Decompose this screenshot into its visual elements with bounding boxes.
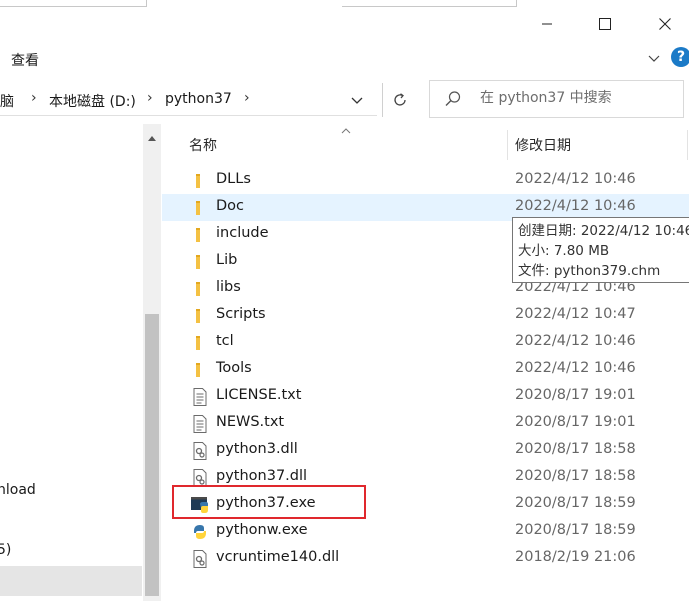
folder-icon bbox=[190, 360, 210, 380]
address-history-button[interactable] bbox=[350, 94, 364, 110]
breadcrumb-separator[interactable]: › bbox=[244, 90, 250, 106]
folder-icon bbox=[190, 333, 210, 353]
ribbon: 查看 bbox=[0, 46, 689, 74]
folder-icon bbox=[190, 198, 210, 218]
file-row[interactable]: NEWS.txt 2020/8/17 19:01 bbox=[162, 410, 689, 437]
file-name: vcruntime140.dll bbox=[216, 549, 340, 565]
nav-item-drive[interactable]: 5) bbox=[0, 542, 11, 558]
minimize-icon bbox=[542, 23, 552, 25]
file-row[interactable]: pythonw.exe 2020/8/17 18:59 bbox=[162, 518, 689, 545]
help-button[interactable]: ? bbox=[671, 47, 689, 67]
column-separator[interactable] bbox=[507, 130, 508, 160]
ribbon-tab-view[interactable]: 查看 bbox=[11, 50, 39, 70]
file-row[interactable]: Scripts 2022/4/12 10:47 bbox=[162, 302, 689, 329]
file-row[interactable]: python3.dll 2020/8/17 18:58 bbox=[162, 437, 689, 464]
breadcrumb-separator[interactable]: › bbox=[147, 90, 153, 106]
tab-edge-right bbox=[342, 0, 517, 7]
file-name: Lib bbox=[216, 252, 238, 268]
maximize-icon bbox=[599, 18, 611, 30]
search-input[interactable] bbox=[480, 88, 680, 108]
highlight-annotation bbox=[172, 485, 366, 519]
dll-file-icon bbox=[190, 441, 210, 461]
file-date: 2018/2/19 21:06 bbox=[515, 549, 636, 565]
breadcrumb-pc[interactable]: 电脑 bbox=[0, 91, 14, 111]
folder-icon bbox=[190, 306, 210, 326]
file-date: 2022/4/12 10:46 bbox=[515, 333, 636, 349]
refresh-button[interactable] bbox=[382, 83, 416, 117]
tab-edge-left bbox=[0, 0, 147, 7]
refresh-icon bbox=[393, 93, 406, 106]
navigation-pane: nload 5) bbox=[0, 124, 145, 601]
search-box[interactable] bbox=[429, 80, 684, 118]
nav-item-download[interactable]: nload bbox=[0, 482, 36, 498]
folder-icon bbox=[190, 252, 210, 272]
file-date: 2022/4/12 10:46 bbox=[515, 360, 636, 376]
file-row[interactable]: vcruntime140.dll 2018/2/19 21:06 bbox=[162, 545, 689, 572]
maximize-button[interactable] bbox=[585, 4, 625, 44]
file-name: Scripts bbox=[216, 306, 266, 322]
file-date: 2020/8/17 18:58 bbox=[515, 468, 636, 484]
file-name: Tools bbox=[216, 360, 252, 376]
file-name: python3.dll bbox=[216, 441, 298, 457]
minimize-button[interactable] bbox=[527, 4, 567, 44]
file-list: 名称 修改日期 DLLs 2022/4/12 10:46 Doc 2022/4/12 … bbox=[162, 124, 689, 601]
file-name: LICENSE.txt bbox=[216, 387, 302, 403]
file-date: 2020/8/17 19:01 bbox=[515, 414, 636, 430]
address-row: 电脑 › 本地磁盘 (D:) › python37 › bbox=[0, 76, 689, 124]
tooltip-created: 创建日期: 2022/4/12 10:46 bbox=[518, 223, 689, 239]
column-separator[interactable] bbox=[687, 130, 688, 160]
file-name: include bbox=[216, 225, 269, 241]
file-date: 2022/4/12 10:46 bbox=[515, 198, 636, 214]
close-button[interactable] bbox=[645, 4, 685, 44]
folder-icon bbox=[190, 225, 210, 245]
folder-icon bbox=[190, 279, 210, 299]
chevron-down-icon bbox=[648, 55, 660, 62]
breadcrumb-separator[interactable]: › bbox=[31, 90, 37, 106]
breadcrumb-drive[interactable]: 本地磁盘 (D:) bbox=[49, 91, 136, 111]
file-name: DLLs bbox=[216, 171, 251, 187]
file-date: 2020/8/17 18:59 bbox=[515, 522, 636, 538]
file-row[interactable]: LICENSE.txt 2020/8/17 19:01 bbox=[162, 383, 689, 410]
search-icon bbox=[444, 90, 462, 112]
dll-file-icon bbox=[190, 549, 210, 569]
close-icon bbox=[659, 18, 671, 30]
file-name: libs bbox=[216, 279, 241, 295]
file-name: NEWS.txt bbox=[216, 414, 285, 430]
file-date: 2020/8/17 18:58 bbox=[515, 441, 636, 457]
python-icon bbox=[190, 522, 210, 542]
chevron-up-icon bbox=[148, 136, 156, 141]
nav-item-selected[interactable] bbox=[0, 566, 142, 596]
file-name: Doc bbox=[216, 198, 245, 214]
file-date: 2022/4/12 10:46 bbox=[515, 171, 636, 187]
file-date: 2022/4/12 10:47 bbox=[515, 306, 636, 322]
text-file-icon bbox=[190, 414, 210, 434]
folder-icon bbox=[190, 171, 210, 191]
file-row[interactable]: tcl 2022/4/12 10:46 bbox=[162, 329, 689, 356]
file-date: 2020/8/17 19:01 bbox=[515, 387, 636, 403]
file-row[interactable]: DLLs 2022/4/12 10:46 bbox=[162, 167, 689, 194]
file-name: tcl bbox=[216, 333, 234, 349]
scroll-up-button[interactable] bbox=[143, 130, 161, 146]
scroll-thumb[interactable] bbox=[145, 314, 159, 596]
text-file-icon bbox=[190, 387, 210, 407]
ribbon-expand-button[interactable] bbox=[647, 51, 661, 69]
sort-ascending-icon bbox=[340, 123, 352, 139]
tooltip-size: 大小: 7.80 MB bbox=[518, 243, 610, 259]
tooltip-file: 文件: python379.chm bbox=[518, 263, 661, 279]
breadcrumb-folder[interactable]: python37 bbox=[165, 91, 232, 107]
title-bar bbox=[0, 0, 689, 46]
file-row[interactable]: Tools 2022/4/12 10:46 bbox=[162, 356, 689, 383]
file-name: pythonw.exe bbox=[216, 522, 308, 538]
file-name: python37.dll bbox=[216, 468, 308, 484]
file-tooltip: 创建日期: 2022/4/12 10:46 大小: 7.80 MB 文件: py… bbox=[512, 217, 689, 283]
nav-scrollbar[interactable] bbox=[143, 124, 161, 601]
chevron-down-icon bbox=[351, 97, 363, 104]
help-icon: ? bbox=[676, 49, 686, 65]
file-date: 2020/8/17 18:59 bbox=[515, 495, 636, 511]
